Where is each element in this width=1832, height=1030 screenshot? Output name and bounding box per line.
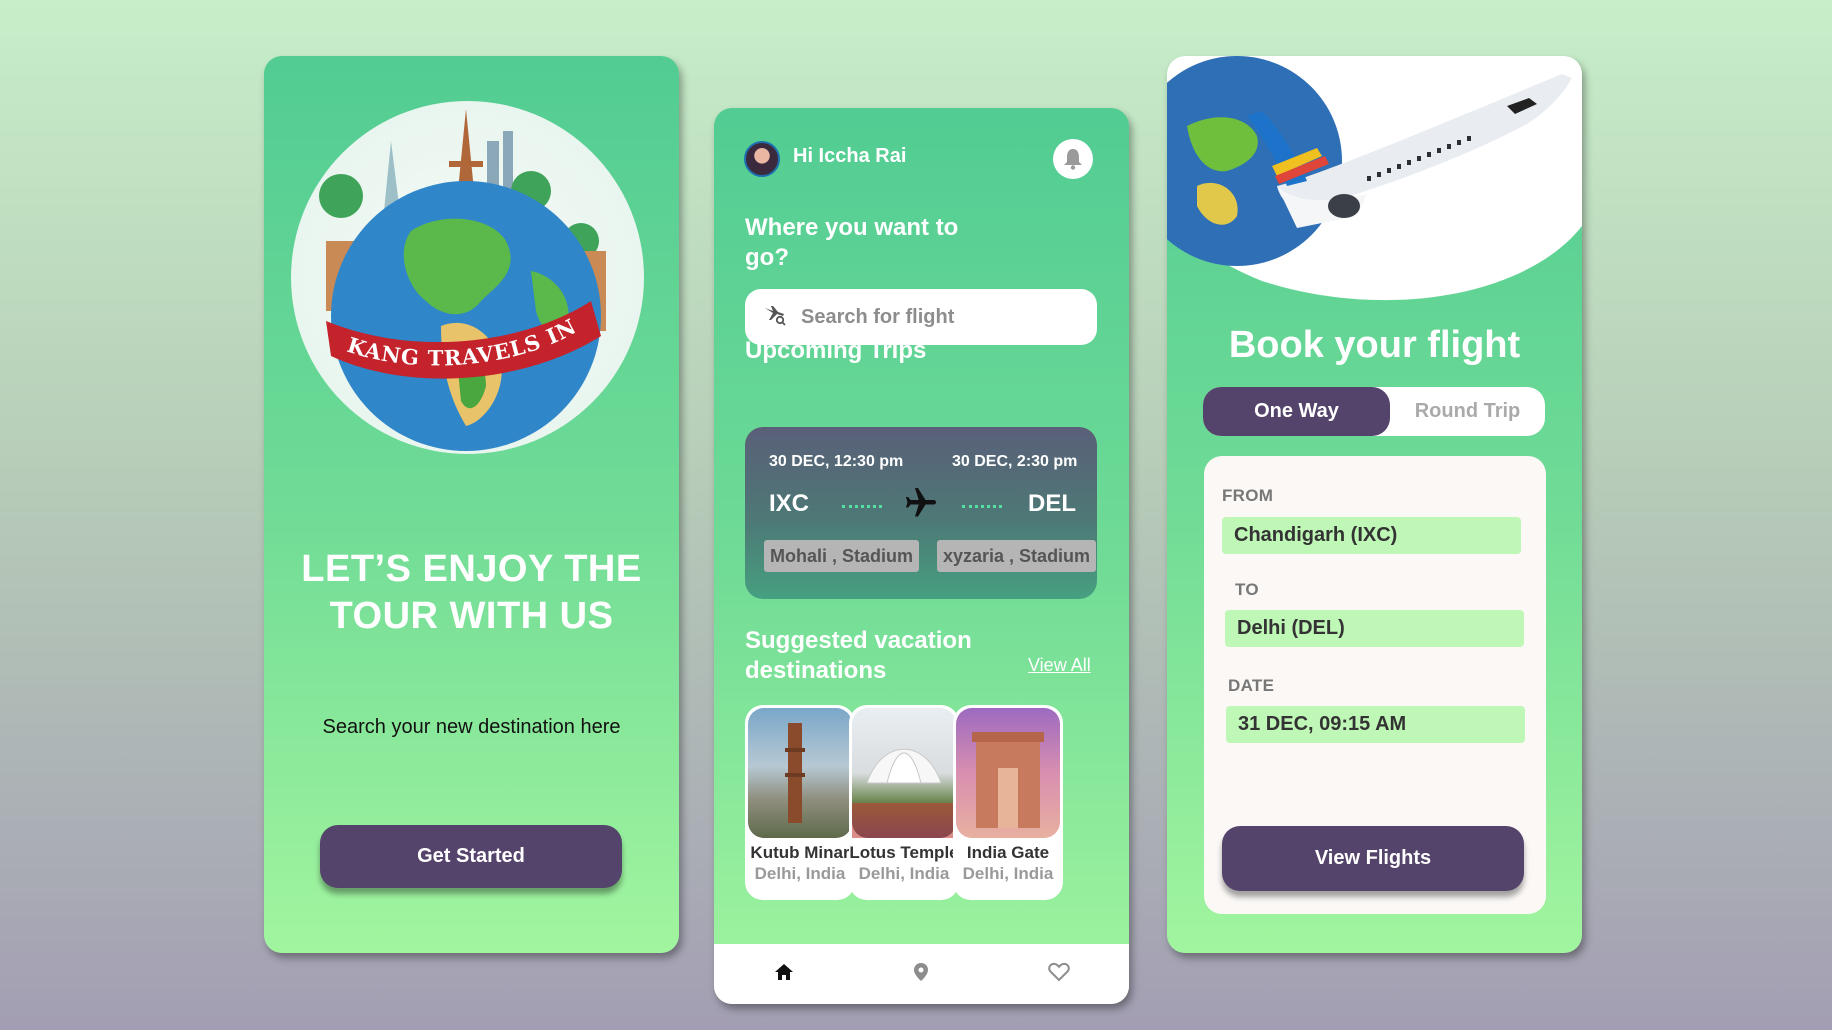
heart-icon[interactable]	[1047, 962, 1070, 987]
kutub-minar-photo	[748, 708, 852, 838]
book-flight-title: Book your flight	[1228, 324, 1521, 366]
suggested-line-2: destinations	[745, 657, 887, 684]
upcoming-trip-card[interactable]: 30 DEC, 12:30 pm 30 DEC, 2:30 pm IXC DEL…	[745, 427, 1097, 599]
greeting: Hi Iccha Rai	[793, 145, 907, 167]
book-flight-screen: Book your flight One Way Round Trip FROM…	[1167, 56, 1582, 953]
suggested-heading: Suggested vacation destinations	[745, 626, 972, 686]
suggested-line-1: Suggested vacation	[745, 627, 972, 654]
upcoming-trips-heading: Upcoming Trips	[745, 337, 927, 364]
from-label: FROM	[1222, 486, 1274, 505]
destination-card[interactable]: Kutub Minar Delhi, India	[745, 705, 855, 900]
onboarding-screen: KANG TRAVELS INDIA LET’S ENJOY THE TOUR …	[264, 56, 679, 953]
destination-city: Delhi, India	[962, 864, 1054, 883]
plane-search-icon	[763, 304, 787, 331]
trip-type-toggle: One Way Round Trip	[1203, 387, 1545, 436]
where-line-1: Where you want to	[745, 214, 959, 241]
from-location: Mohali , Stadium	[764, 540, 920, 572]
to-label: TO	[1235, 580, 1259, 599]
destination-card[interactable]: India Gate Delhi, India	[953, 705, 1063, 900]
notification-bell-icon[interactable]	[1053, 139, 1093, 179]
india-gate-photo	[956, 708, 1060, 838]
view-all-link[interactable]: View All	[1028, 655, 1091, 676]
destination-card[interactable]: Lotus Temple Delhi, India	[849, 705, 959, 900]
avatar[interactable]	[744, 141, 780, 177]
airplane-icon	[903, 485, 939, 526]
date-field[interactable]: 31 DEC, 09:15 AM	[1226, 706, 1525, 743]
destination-name: India Gate	[966, 843, 1050, 862]
bottom-navigation	[714, 944, 1129, 1004]
to-code: DEL	[1028, 490, 1076, 517]
to-field[interactable]: Delhi (DEL)	[1225, 610, 1524, 647]
round-trip-tab[interactable]: Round Trip	[1390, 387, 1545, 436]
arrive-time: 30 DEC, 2:30 pm	[952, 453, 1078, 470]
where-heading: Where you want to go?	[745, 213, 985, 273]
search-placeholder: Search for flight	[801, 305, 955, 328]
destination-city: Delhi, India	[858, 864, 950, 883]
home-screen: Hi Iccha Rai Where you want to go? Searc…	[714, 108, 1129, 1004]
from-field[interactable]: Chandigarh (IXC)	[1222, 517, 1521, 554]
view-flights-button[interactable]: View Flights	[1222, 826, 1524, 891]
title-line-2: TOUR WITH US	[329, 595, 614, 637]
to-location: xyzaria , Stadium	[937, 540, 1097, 572]
depart-time: 30 DEC, 12:30 pm	[769, 453, 904, 470]
get-started-button[interactable]: Get Started	[320, 825, 622, 888]
destination-city: Delhi, India	[754, 864, 846, 883]
travel-globe-illustration: KANG TRAVELS INDIA	[291, 101, 644, 454]
lotus-temple-photo	[852, 708, 956, 838]
title-line-1: LET’S ENJOY THE	[301, 548, 642, 590]
destination-name: Lotus Temple	[849, 843, 959, 862]
from-code: IXC	[769, 490, 810, 517]
where-line-2: go?	[745, 244, 789, 271]
onboarding-title: LET’S ENJOY THE TOUR WITH US	[264, 546, 679, 640]
destination-name: Kutub Minar	[750, 843, 850, 862]
airplane-hero-illustration	[1167, 56, 1582, 301]
location-pin-icon[interactable]	[913, 962, 929, 987]
one-way-tab[interactable]: One Way	[1203, 387, 1390, 436]
home-icon[interactable]	[774, 963, 794, 986]
route-dots-right	[962, 505, 1002, 508]
route-dots-left	[842, 505, 882, 508]
onboarding-subtitle: Search your new destination here	[322, 716, 621, 738]
date-label: DATE	[1228, 676, 1275, 695]
